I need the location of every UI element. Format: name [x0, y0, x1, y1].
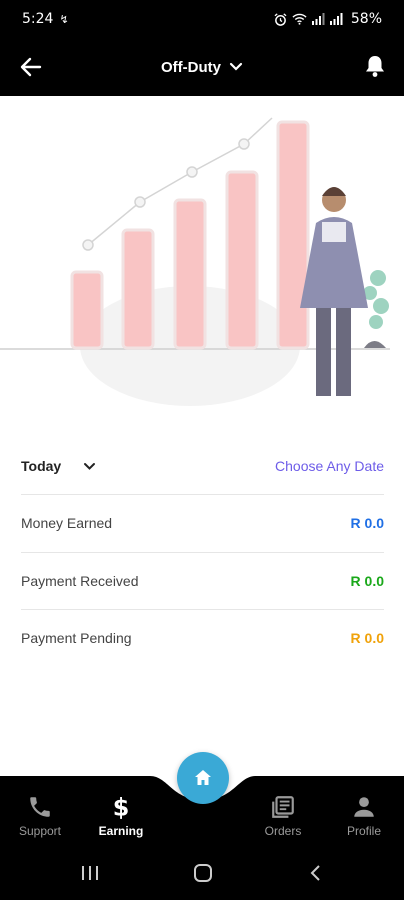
illustration-bar — [173, 198, 207, 350]
sync-icon: ↯ — [59, 13, 69, 26]
nav-earning[interactable]: $ Earning — [91, 794, 151, 838]
status-right: 58% — [274, 11, 382, 27]
orders-icon — [272, 796, 294, 818]
person-icon — [354, 797, 374, 817]
recent-apps-icon[interactable] — [80, 864, 100, 882]
nav-earning-label: Earning — [98, 824, 144, 838]
row-label: Payment Pending — [21, 630, 132, 647]
nav-support-label: Support — [18, 824, 62, 838]
illustration-bar — [225, 170, 259, 350]
back-icon[interactable] — [306, 864, 326, 882]
nav-profile[interactable]: Profile — [334, 794, 394, 838]
illustration-bar — [70, 270, 104, 350]
home-circle-icon[interactable] — [193, 864, 213, 882]
nav-support[interactable]: Support — [10, 794, 70, 838]
status-time: 5:24 — [22, 11, 54, 27]
system-nav-bar — [0, 846, 404, 900]
choose-date-link[interactable]: Choose Any Date — [275, 458, 384, 474]
bell-icon[interactable] — [364, 54, 386, 78]
earnings-list: Money Earned R 0.0 Payment Received R 0.… — [21, 494, 384, 667]
nav-profile-label: Profile — [346, 824, 381, 838]
battery-level: 58% — [350, 11, 382, 27]
svg-text:$: $ — [113, 794, 130, 820]
wifi-icon — [292, 13, 307, 25]
signal-icon — [311, 13, 325, 25]
dollar-icon: $ — [113, 794, 130, 820]
chevron-down-icon — [84, 462, 96, 470]
alarm-icon — [274, 12, 287, 26]
row-value: R 0.0 — [350, 515, 384, 532]
earnings-illustration — [0, 117, 390, 406]
app-bar: Off-Duty — [0, 38, 404, 96]
row-label: Money Earned — [21, 515, 113, 532]
earnings-row-money-earned: Money Earned R 0.0 — [21, 494, 384, 552]
earnings-row-payment-received: Payment Received R 0.0 — [21, 551, 384, 610]
illustration-person — [300, 187, 368, 396]
period-label: Today — [21, 458, 62, 474]
status-bar: 5:24 ↯ 58% — [0, 0, 404, 38]
illustration-plant — [363, 270, 389, 348]
illustration-bar — [121, 228, 155, 350]
row-value: R 0.0 — [350, 572, 384, 589]
row-label: Payment Received — [21, 572, 139, 589]
nav-orders[interactable]: Orders — [253, 794, 313, 838]
duty-status-dropdown[interactable]: Off-Duty — [0, 38, 404, 96]
duty-status-label: Off-Duty — [161, 58, 221, 76]
earnings-row-payment-pending: Payment Pending R 0.0 — [21, 609, 384, 667]
signal-icon-2 — [329, 13, 343, 25]
illustration-bar — [276, 120, 310, 350]
home-icon — [195, 770, 211, 785]
phone-icon — [30, 797, 50, 817]
period-dropdown[interactable]: Today — [21, 458, 96, 474]
nav-orders-label: Orders — [264, 824, 302, 838]
status-icons — [274, 12, 343, 26]
filter-row: Today Choose Any Date — [21, 452, 384, 480]
row-value: R 0.0 — [350, 630, 384, 647]
chevron-down-icon — [229, 62, 243, 71]
home-button[interactable] — [177, 752, 229, 804]
